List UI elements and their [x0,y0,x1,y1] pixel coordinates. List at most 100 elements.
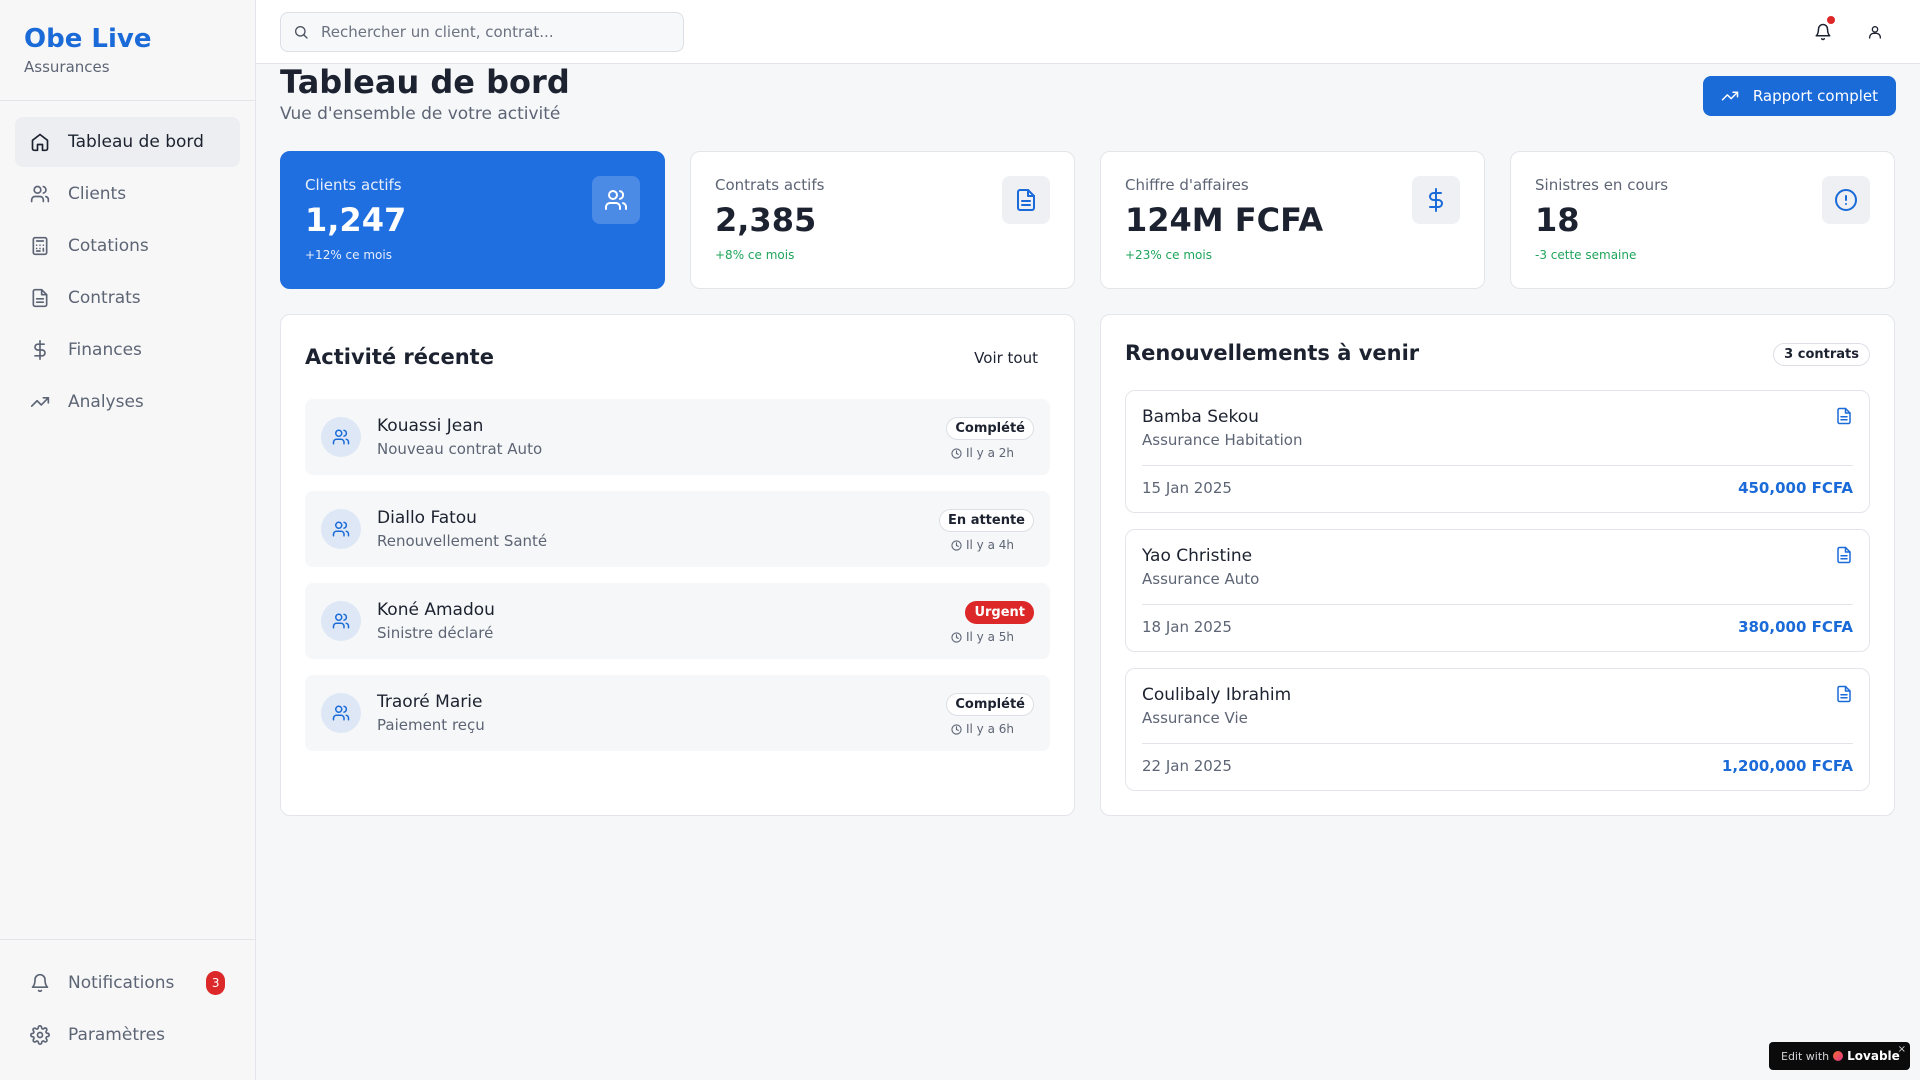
sidebar-item-finances[interactable]: Finances [15,325,240,375]
activity-name: Koné Amadou [377,600,495,620]
full-report-label: Rapport complet [1752,87,1878,105]
stat-card-claims[interactable]: Sinistres en cours 18 -3 cette semaine [1510,151,1895,289]
lovable-heart-icon [1833,1051,1844,1061]
renewal-name: Coulibaly Ibrahim [1142,685,1292,705]
sidebar-item-label: Cotations [68,236,149,256]
renewal-card[interactable]: Coulibaly Ibrahim Assurance Vie 22 Jan 2… [1125,668,1870,791]
gear-icon [30,1025,50,1045]
page-header: Tableau de bord Vue d'ensemble de votre … [280,64,1896,124]
users-icon [30,184,50,204]
stat-change: -3 cette semaine [1535,248,1637,262]
activity-item[interactable]: Koné Amadou Sinistre déclaré Urgent Il y… [305,583,1050,659]
file-text-icon[interactable] [1835,685,1853,707]
users-icon [592,176,640,224]
activity-desc: Sinistre déclaré [377,624,494,642]
renewals-list: Bamba Sekou Assurance Habitation 15 Jan … [1125,390,1870,791]
notification-dot [1827,16,1835,24]
page-title: Tableau de bord [280,63,570,101]
home-icon [30,132,50,152]
see-all-button[interactable]: Voir tout [962,343,1050,373]
users-icon [321,693,361,733]
search-box[interactable] [280,12,684,52]
sidebar-item-label: Contrats [68,288,141,308]
stat-value: 124M FCFA [1125,201,1324,239]
activity-desc: Nouveau contrat Auto [377,440,543,458]
activity-time-text: Il y a 4h [965,538,1014,552]
stat-change: +12% ce mois [305,248,392,262]
topbar [256,0,1920,64]
sidebar-item-settings[interactable]: Paramètres [15,1010,240,1060]
activity-name: Diallo Fatou [377,508,477,528]
close-icon[interactable]: × [1898,1044,1906,1055]
alert-circle-icon [1822,176,1870,224]
search-input[interactable] [321,23,661,41]
renewal-type: Assurance Habitation [1142,431,1303,449]
sidebar-item-clients[interactable]: Clients [15,169,240,219]
file-text-icon [30,288,50,308]
stat-value: 2,385 [715,201,817,239]
status-badge: Complété [946,417,1034,440]
activity-time: Il y a 2h [951,446,1014,460]
activity-name: Kouassi Jean [377,416,484,436]
stat-label: Chiffre d'affaires [1125,176,1249,194]
users-icon [321,417,361,457]
stat-change: +23% ce mois [1125,248,1212,262]
stat-card-contracts[interactable]: Contrats actifs 2,385 +8% ce mois [690,151,1075,289]
clock-icon [951,447,962,459]
sidebar-item-dashboard[interactable]: Tableau de bord [15,117,240,167]
stat-card-clients[interactable]: Clients actifs 1,247 +12% ce mois [280,151,665,289]
recent-activity-panel: Activité récente Voir tout Kouassi Jean … [280,314,1075,816]
renewal-date: 18 Jan 2025 [1142,618,1232,636]
renewal-name: Yao Christine [1142,546,1253,566]
renewal-date: 22 Jan 2025 [1142,757,1232,775]
sidebar-item-label: Tableau de bord [68,132,204,152]
activity-item[interactable]: Traoré Marie Paiement reçu Complété Il y… [305,675,1050,751]
file-text-icon[interactable] [1835,407,1853,429]
user-menu-button[interactable] [1863,20,1887,44]
stat-label: Clients actifs [305,176,402,194]
sidebar-item-cotations[interactable]: Cotations [15,221,240,271]
stat-label: Contrats actifs [715,176,825,194]
file-text-icon[interactable] [1835,546,1853,568]
dollar-icon [1412,176,1460,224]
full-report-button[interactable]: Rapport complet [1702,76,1896,116]
panels-row: Activité récente Voir tout Kouassi Jean … [280,314,1896,816]
search-icon [293,24,309,40]
clock-icon [951,631,962,643]
brand-title[interactable]: Obe Live [24,24,231,54]
activity-desc: Paiement reçu [377,716,485,734]
edit-with-lovable-badge[interactable]: Edit with Lovable × [1769,1042,1910,1070]
bell-icon [1814,23,1832,41]
divider [1142,465,1853,466]
sidebar-item-notifications[interactable]: Notifications 3 [15,958,240,1008]
sidebar-item-analyses[interactable]: Analyses [15,377,240,427]
renewal-amount: 380,000 FCFA [1738,618,1853,636]
stats-row: Clients actifs 1,247 +12% ce mois Contra… [280,151,1896,289]
sidebar-item-contrats[interactable]: Contrats [15,273,240,323]
sidebar-bottom: Notifications 3 Paramètres [0,939,255,1080]
file-text-icon [1002,176,1050,224]
sidebar-item-label: Analyses [68,392,144,412]
status-badge: Complété [946,693,1034,716]
renewal-type: Assurance Vie [1142,709,1248,727]
renewal-card[interactable]: Yao Christine Assurance Auto 18 Jan 2025… [1125,529,1870,652]
activity-item[interactable]: Kouassi Jean Nouveau contrat Auto Complé… [305,399,1050,475]
notification-count-badge: 3 [206,971,225,995]
divider [1142,604,1853,605]
lovable-prefix: Edit with [1781,1049,1830,1063]
status-badge: En attente [939,509,1034,532]
stat-card-revenue[interactable]: Chiffre d'affaires 124M FCFA +23% ce moi… [1100,151,1485,289]
renewal-card[interactable]: Bamba Sekou Assurance Habitation 15 Jan … [1125,390,1870,513]
activity-item[interactable]: Diallo Fatou Renouvellement Santé En att… [305,491,1050,567]
renewal-name: Bamba Sekou [1142,407,1259,427]
renewals-title: Renouvellements à venir [1125,341,1420,365]
sidebar-item-label: Clients [68,184,127,204]
renewal-date: 15 Jan 2025 [1142,479,1232,497]
sidebar-item-label: Paramètres [68,1025,165,1045]
clock-icon [951,539,962,551]
stat-value: 18 [1535,201,1580,239]
activity-name: Traoré Marie [377,692,483,712]
sidebar-item-label: Notifications [68,973,175,993]
users-icon [321,509,361,549]
notifications-button[interactable] [1811,16,1835,44]
